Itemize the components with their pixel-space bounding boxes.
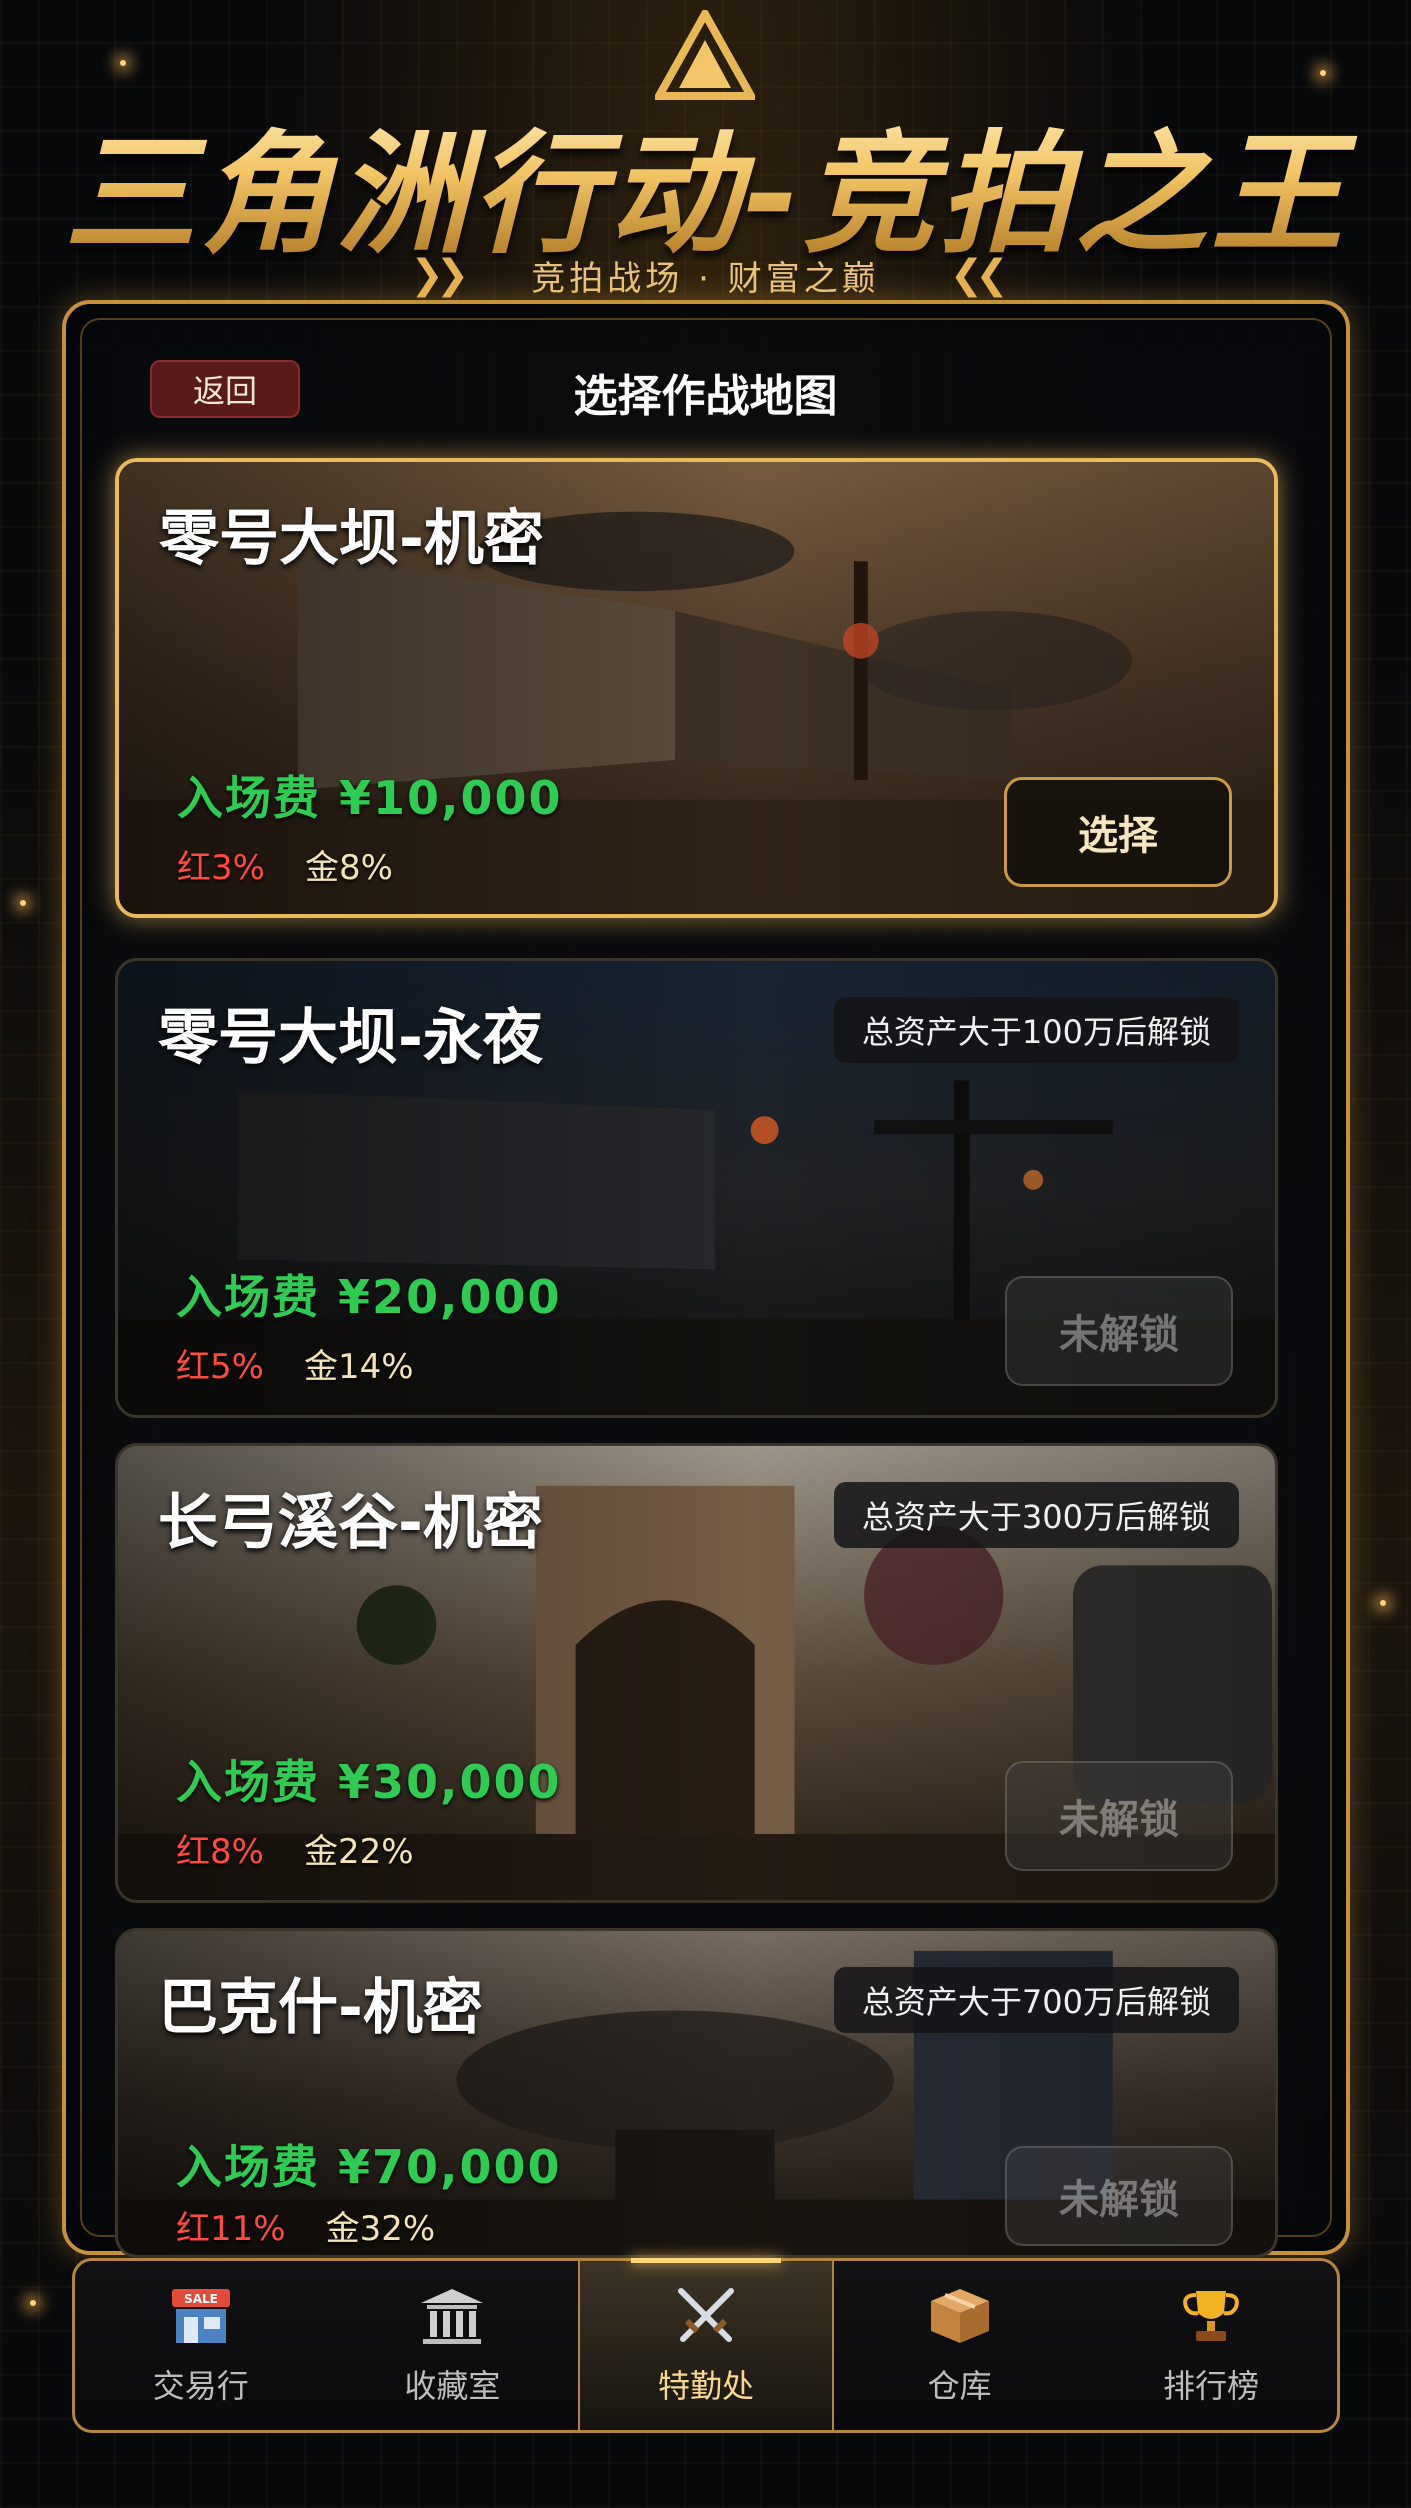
red-rate: 红3%	[177, 848, 265, 888]
box-icon	[930, 2288, 989, 2343]
museum-icon	[421, 2288, 484, 2344]
map-card: 巴克什-机密 总资产大于700万后解锁 入场费 ¥70,000 红11% 金32…	[115, 1928, 1278, 2258]
nav-label: 仓库	[927, 2366, 992, 2405]
map-name: 零号大坝-机密	[159, 504, 544, 574]
map-card: 长弓溪谷-机密 总资产大于300万后解锁 入场费 ¥30,000 红8% 金22…	[115, 1443, 1278, 1903]
map-card[interactable]: 零号大坝-机密 入场费 ¥10,000 红3% 金8% 选择	[115, 458, 1278, 918]
svg-text:SALE: SALE	[184, 2292, 218, 2306]
unlock-requirement: 总资产大于700万后解锁	[833, 1967, 1239, 2033]
red-rate: 红11%	[176, 2209, 286, 2249]
nav-item-warehouse[interactable]: 仓库	[834, 2261, 1086, 2430]
gold-rate: 金22%	[303, 1832, 414, 1872]
nav-item-special-ops[interactable]: 特勤处	[578, 2258, 834, 2430]
nav-item-leaderboard[interactable]: 排行榜	[1085, 2261, 1337, 2430]
locked-button[interactable]: 未解锁	[1005, 2146, 1233, 2246]
map-name: 巴克什-机密	[158, 1973, 483, 2043]
unlock-requirement: 总资产大于100万后解锁	[833, 997, 1239, 1063]
page-title: 选择作战地图	[573, 371, 838, 422]
bottom-nav: SALE 交易行 收藏室 特勤处 仓库 排行榜	[72, 2258, 1340, 2433]
locked-button[interactable]: 未解锁	[1005, 1761, 1233, 1871]
nav-label: 收藏室	[404, 2366, 501, 2405]
chevron-right-icon: ❯❯	[410, 252, 469, 298]
nav-item-collection[interactable]: 收藏室	[327, 2261, 579, 2430]
sparkle	[30, 2300, 36, 2306]
entry-fee: 入场费 ¥10,000	[177, 771, 563, 825]
drop-rates: 红11% 金32%	[176, 2201, 435, 2250]
map-name: 长弓溪谷-机密	[158, 1488, 543, 1558]
chevron-left-icon: ❮❮	[949, 252, 1009, 298]
nav-item-trading[interactable]: SALE 交易行	[75, 2261, 327, 2430]
drop-rates: 红8% 金22%	[176, 1824, 414, 1873]
drop-rates: 红5% 金14%	[176, 1339, 414, 1388]
trophy-icon	[1183, 2290, 1240, 2341]
subtitle: 竞拍战场 · 财富之巅	[531, 258, 880, 299]
drop-rates: 红3% 金8%	[177, 840, 393, 889]
entry-fee: 入场费 ¥20,000	[176, 1270, 562, 1324]
nav-label: 排行榜	[1163, 2366, 1260, 2405]
map-card: 零号大坝-永夜 总资产大于100万后解锁 入场费 ¥20,000 红5% 金14…	[115, 958, 1278, 1418]
entry-fee: 入场费 ¥70,000	[176, 2140, 562, 2194]
header: 三角洲行动-竞拍之王 ❯❯ 竞拍战场 · 财富之巅 ❮❮	[0, 0, 1411, 310]
map-name: 零号大坝-永夜	[158, 1003, 543, 1073]
sparkle	[1380, 1600, 1386, 1606]
triangle-crest-icon	[655, 10, 755, 100]
nav-label: 交易行	[152, 2366, 249, 2405]
red-rate: 红5%	[176, 1347, 264, 1387]
locked-button[interactable]: 未解锁	[1005, 1276, 1233, 1386]
gold-rate: 金32%	[325, 2209, 436, 2249]
sparkle	[20, 900, 26, 906]
gold-rate: 金14%	[303, 1347, 414, 1387]
nav-label: 特勤处	[657, 2366, 754, 2405]
select-button[interactable]: 选择	[1004, 777, 1232, 887]
shop-icon: SALE	[171, 2288, 230, 2343]
red-rate: 红8%	[176, 1832, 264, 1872]
crossed-swords-icon	[677, 2287, 734, 2342]
unlock-requirement: 总资产大于300万后解锁	[833, 1482, 1239, 1548]
entry-fee: 入场费 ¥30,000	[176, 1755, 562, 1809]
gold-rate: 金8%	[304, 848, 393, 888]
subtitle-row: ❯❯ 竞拍战场 · 财富之巅 ❮❮	[0, 250, 1411, 300]
